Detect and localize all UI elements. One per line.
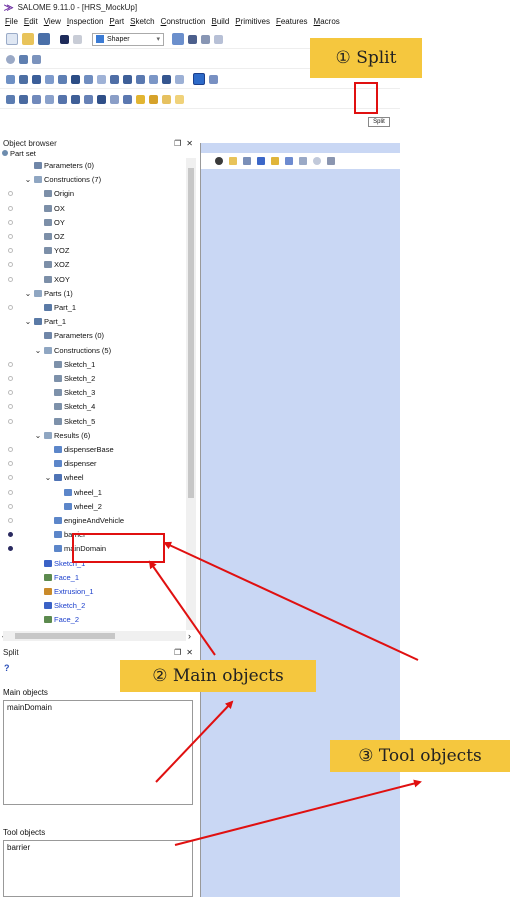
callout-main-objects: ② Main objects [120, 660, 316, 692]
callout-split: ① Split [310, 38, 422, 78]
callout-tool-objects: ③ Tool objects [330, 740, 510, 772]
arrow-tool-to-list [174, 779, 422, 846]
arrow-main-to-list [155, 700, 234, 783]
arrow-main-to-item [148, 560, 216, 656]
arrow-tool-to-item [163, 541, 419, 661]
